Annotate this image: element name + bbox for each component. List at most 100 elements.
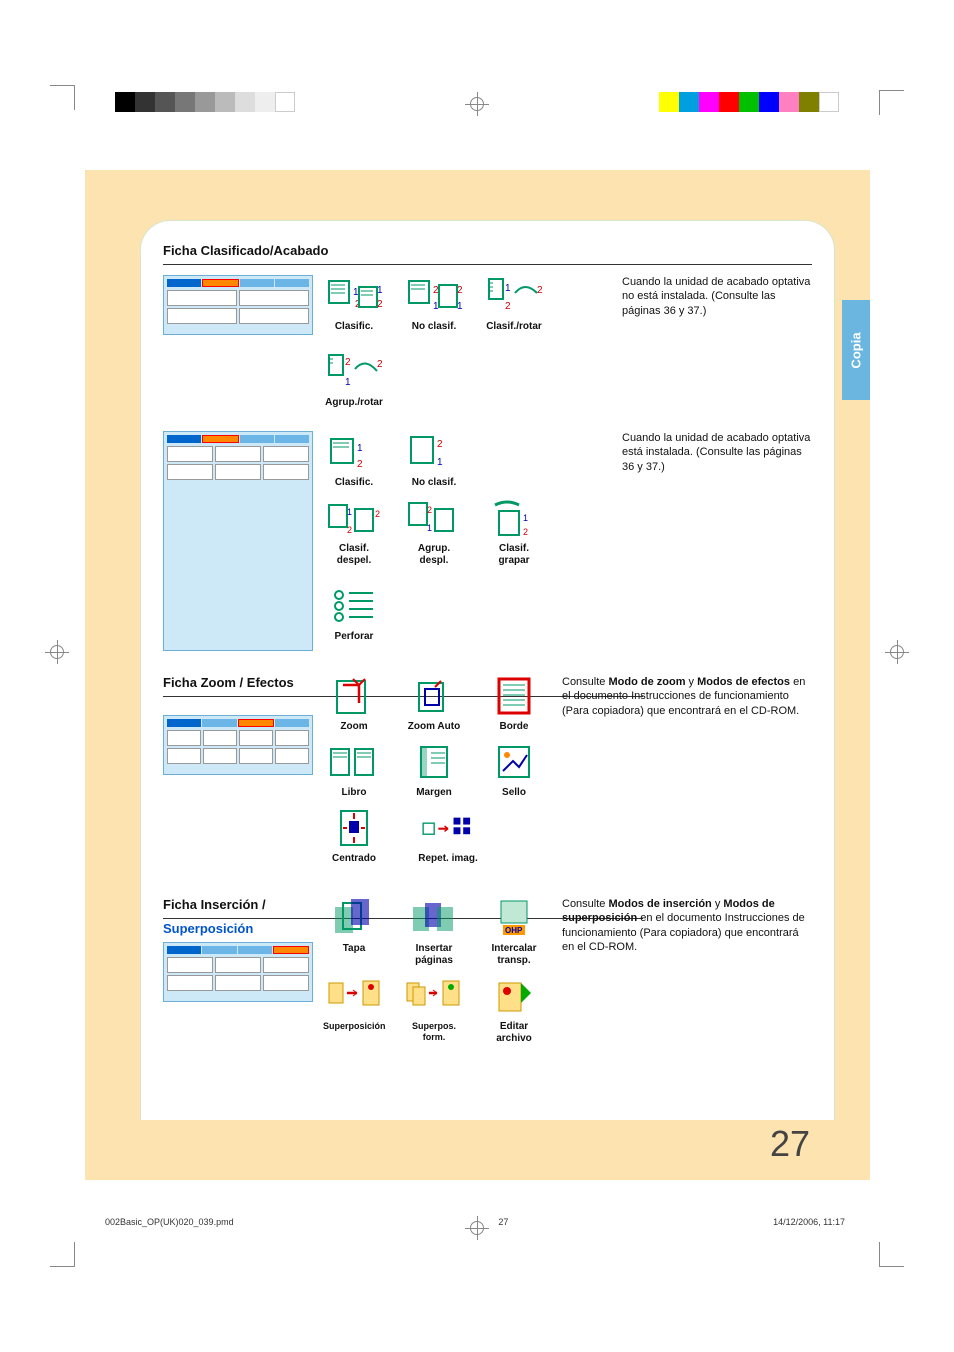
border-icon xyxy=(485,675,543,717)
option-clasif-rotar: 122 Clasif./rotar xyxy=(483,275,545,333)
svg-text:1: 1 xyxy=(505,283,511,294)
svg-text:2: 2 xyxy=(345,357,351,368)
option-label: Agrup. despl. xyxy=(403,543,465,567)
option-label: Clasif. despel. xyxy=(323,543,385,567)
registration-right-icon xyxy=(885,640,909,664)
svg-text:2: 2 xyxy=(437,439,443,450)
repeat-image-icon xyxy=(406,807,490,849)
option-label: Superpos. form. xyxy=(403,1021,465,1043)
note-text: Consulte Modo de zoom y Modos de efectos… xyxy=(562,675,812,718)
group-rotate-icon: 2 1 2 xyxy=(325,351,383,393)
note-text: Cuando la unidad de acabado optativa est… xyxy=(622,431,812,651)
svg-text:1: 1 xyxy=(437,457,443,468)
option-noclasif2: 21 No clasif. xyxy=(403,431,465,489)
registration-top-icon xyxy=(465,92,489,116)
section-zoom: Ficha Zoom / Efectos xyxy=(141,661,834,883)
section-title: Ficha Clasificado/Acabado xyxy=(163,243,812,258)
svg-text:1: 1 xyxy=(357,443,363,454)
option-label: Clasif./rotar xyxy=(483,321,545,333)
cover-icon xyxy=(325,897,383,939)
sort-offset-icon: 122 xyxy=(325,497,383,539)
svg-text:1: 1 xyxy=(457,301,463,312)
option-zoomauto: Zoom Auto xyxy=(403,675,465,733)
edit-file-icon xyxy=(485,975,543,1017)
margin-icon xyxy=(405,741,463,783)
option-label: Sello xyxy=(483,787,545,799)
page-background: Copia Ficha Clasificado/Acabado xyxy=(85,170,870,1180)
svg-text:OHP: OHP xyxy=(505,926,523,935)
svg-text:2: 2 xyxy=(347,525,352,535)
miniscreen-clasificado-b xyxy=(163,431,313,651)
stamp-icon xyxy=(485,741,543,783)
note-text: Cuando la unidad de acabado optativa no … xyxy=(622,275,812,318)
miniscreen-insercion xyxy=(163,942,313,1002)
section-insercion: Ficha Inserción / Superposición xyxy=(141,883,834,1063)
svg-text:2: 2 xyxy=(427,505,432,515)
option-repeat-image: Repet. imag. xyxy=(403,807,493,865)
footer-page: 27 xyxy=(498,1217,508,1227)
section-clasificado: Ficha Clasificado/Acabado xyxy=(141,221,834,661)
overlay-form-icon xyxy=(405,975,463,1017)
option-superpos-form: Superpos. form. xyxy=(403,975,465,1045)
zoom-icon xyxy=(325,675,383,717)
crop-mark-br xyxy=(879,1237,909,1267)
no-sort-icon: 2121 xyxy=(405,275,463,317)
option-clasif-despel: 122 Clasif. despel. xyxy=(323,497,385,567)
option-editar-archivo: Editar archivo xyxy=(483,975,545,1045)
option-intercalar-transp: OHP Intercalar transp. xyxy=(483,897,545,967)
section-tab-label: Copia xyxy=(849,332,864,368)
svg-text:2: 2 xyxy=(537,285,543,296)
option-perforar: Perforar xyxy=(323,585,385,643)
svg-text:1: 1 xyxy=(427,523,432,533)
option-zoom: Zoom xyxy=(323,675,385,733)
insert-pages-icon xyxy=(405,897,463,939)
option-superposicion: Superposición xyxy=(323,975,385,1045)
color-bar-cmyk xyxy=(659,92,839,112)
punch-icon xyxy=(325,585,383,627)
option-sello: Sello xyxy=(483,741,545,799)
option-margen: Margen xyxy=(403,741,465,799)
option-clasif-grapar: 12 Clasif. grapar xyxy=(483,497,545,567)
option-insertar-paginas: Insertar páginas xyxy=(403,897,465,967)
registration-left-icon xyxy=(45,640,69,664)
sort-icon: 1212 xyxy=(325,275,383,317)
no-sort-icon: 21 xyxy=(405,431,463,473)
section-title-line2: Superposición xyxy=(163,921,323,936)
page-number: 27 xyxy=(770,1123,810,1165)
section-title: Ficha Zoom / Efectos xyxy=(163,675,323,690)
sort-icon: 12 xyxy=(325,431,383,473)
option-label: Libro xyxy=(323,787,385,799)
svg-text:2: 2 xyxy=(377,359,383,370)
option-label: No clasif. xyxy=(403,477,465,489)
option-agrup-rotar: 2 1 2 Agrup./rotar xyxy=(323,351,385,409)
sort-rotate-icon: 122 xyxy=(485,275,543,317)
crop-mark-tl xyxy=(45,85,75,115)
option-centrado: Centrado xyxy=(323,807,385,865)
option-label: Perforar xyxy=(323,631,385,643)
svg-text:2: 2 xyxy=(377,299,383,310)
crop-mark-bl xyxy=(45,1237,75,1267)
content-panel: Ficha Clasificado/Acabado xyxy=(140,220,835,1120)
svg-text:1: 1 xyxy=(377,285,383,296)
option-label: No clasif. xyxy=(403,321,465,333)
svg-text:1: 1 xyxy=(345,377,351,388)
svg-text:2: 2 xyxy=(523,527,528,537)
option-label: Zoom Auto xyxy=(403,721,465,733)
option-label: Tapa xyxy=(323,943,385,955)
zoom-auto-icon xyxy=(405,675,463,717)
option-label: Clasific. xyxy=(323,321,385,333)
option-clasific: 1212 Clasific. xyxy=(323,275,385,333)
center-icon xyxy=(325,807,383,849)
note-text: Consulte Modos de inserción y Modos de s… xyxy=(562,897,812,954)
staple-icon: 12 xyxy=(485,497,543,539)
section-title-line1: Ficha Inserción / xyxy=(163,897,323,912)
footer-meta: 002Basic_OP(UK)020_039.pmd 27 14/12/2006… xyxy=(105,1217,845,1227)
option-label: Clasific. xyxy=(323,477,385,489)
option-label: Margen xyxy=(403,787,465,799)
option-label: Agrup./rotar xyxy=(323,397,385,409)
option-agrup-despl: 2 1 Agrup. despl. xyxy=(403,497,465,567)
option-label: Insertar páginas xyxy=(403,943,465,967)
section-tab: Copia xyxy=(842,300,870,400)
ohp-interleave-icon: OHP xyxy=(485,897,543,939)
option-label: Centrado xyxy=(323,853,385,865)
